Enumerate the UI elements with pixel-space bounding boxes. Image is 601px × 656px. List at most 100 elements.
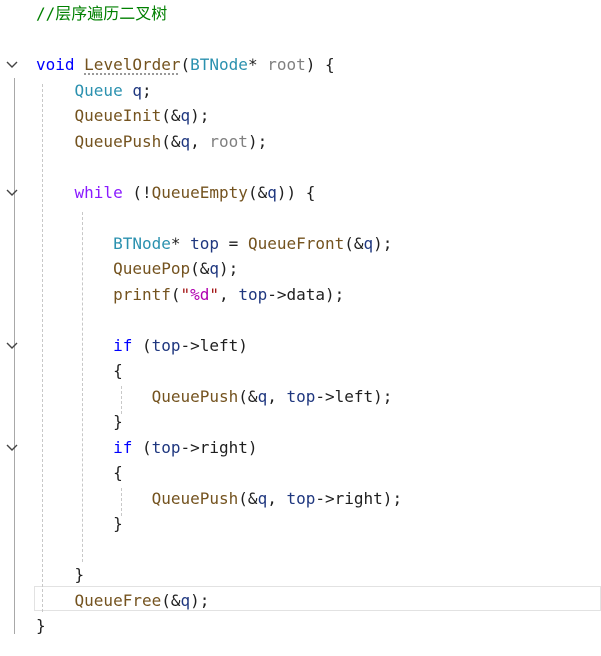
code-token: QueueInit: [74, 106, 162, 125]
code-token: ": [180, 284, 191, 304]
code-token: );: [373, 233, 393, 253]
code-line[interactable]: {: [36, 460, 123, 486]
code-line[interactable]: QueuePop(&q);: [36, 256, 238, 282]
code-token: (: [180, 55, 191, 74]
code-token: root: [209, 131, 248, 151]
code-line[interactable]: }: [36, 511, 123, 537]
code-token: {: [36, 361, 123, 380]
code-token: ": [209, 284, 220, 304]
code-line[interactable]: //层序遍历二叉树: [36, 1, 167, 27]
code-token: QueuePush: [74, 131, 162, 151]
code-token: ;: [141, 80, 152, 100]
code-line[interactable]: while (!QueueEmpty(&q)) {: [36, 180, 316, 206]
code-token: void: [36, 55, 75, 74]
code-line[interactable]: BTNode* top = QueueFront(&q);: [36, 231, 392, 257]
code-line[interactable]: }: [36, 409, 123, 435]
code-token: //层序遍历二叉树: [36, 4, 168, 23]
code-token: ->right);: [315, 488, 403, 508]
code-token: );: [190, 590, 210, 610]
fold-region-bar: [14, 206, 15, 586]
code-line[interactable]: }: [36, 613, 46, 639]
code-line[interactable]: printf("%d", top->data);: [36, 282, 344, 308]
code-token: (&: [161, 131, 181, 151]
code-token: (&: [161, 106, 181, 125]
code-token: LevelOrder: [84, 55, 181, 74]
code-token: root: [267, 55, 306, 74]
code-token: ->left): [180, 335, 248, 355]
code-token: QueuePop: [113, 259, 191, 278]
code-token: QueuePush: [151, 386, 239, 406]
code-token: *: [170, 233, 191, 253]
code-token: );: [247, 131, 268, 151]
code-token: ,: [267, 386, 287, 406]
code-line[interactable]: void LevelOrder(BTNode* root) {: [36, 52, 335, 78]
code-token: (&: [161, 590, 181, 610]
code-token: top: [286, 386, 316, 406]
code-token: =: [219, 233, 248, 253]
code-token: ) {: [305, 55, 335, 74]
code-token: ->left);: [315, 386, 393, 406]
code-token: QueuePush: [151, 488, 239, 508]
code-token: (: [132, 335, 152, 355]
code-token: *: [247, 55, 268, 74]
code-line[interactable]: {: [36, 358, 123, 384]
code-token: QueueFront: [247, 233, 345, 253]
code-token: }: [36, 616, 46, 635]
code-line[interactable]: }: [36, 562, 85, 588]
code-token: ->right): [180, 437, 258, 457]
code-token: top: [286, 488, 316, 508]
code-token: (&: [190, 259, 210, 278]
code-line[interactable]: QueueFree(&q);: [36, 588, 210, 614]
code-token: q: [132, 80, 142, 100]
code-token: ->data);: [267, 284, 345, 304]
code-line[interactable]: QueuePush(&q, root);: [36, 129, 268, 155]
code-token: (!: [122, 182, 152, 202]
code-token: BTNode: [190, 55, 248, 74]
code-token: ,: [219, 284, 239, 304]
fold-chevron-icon[interactable]: [4, 57, 20, 73]
code-token: (: [132, 437, 152, 457]
fold-chevron-icon[interactable]: [4, 185, 20, 201]
code-line[interactable]: QueueInit(&q);: [36, 103, 210, 129]
code-line[interactable]: if (top->left): [36, 333, 248, 359]
code-token: top: [190, 233, 220, 253]
code-token: QueueEmpty: [151, 182, 248, 202]
code-token: }: [36, 514, 123, 533]
code-token: (&: [238, 386, 258, 406]
code-token: ,: [267, 488, 287, 508]
code-token: }: [36, 412, 123, 431]
code-token: q: [209, 259, 220, 278]
code-token: q: [180, 106, 191, 125]
fold-chevron-icon[interactable]: [4, 338, 20, 354]
code-line[interactable]: QueuePush(&q, top->right);: [36, 486, 402, 512]
code-token: QueueFree: [74, 590, 162, 610]
code-token: ,: [190, 131, 210, 151]
code-token: top: [238, 284, 268, 304]
code-token: %d: [190, 284, 210, 304]
code-token: (&: [247, 182, 268, 202]
code-token: q: [257, 386, 268, 406]
code-token: printf: [113, 284, 171, 304]
code-line[interactable]: Queue q;: [36, 78, 152, 104]
code-token: }: [36, 565, 85, 584]
code-token: BTNode: [113, 233, 171, 253]
fold-chevron-icon[interactable]: [4, 440, 20, 456]
code-token: {: [36, 463, 123, 482]
code-token: q: [267, 182, 277, 202]
code-token: (&: [238, 488, 258, 508]
code-token: q: [180, 131, 191, 151]
code-line[interactable]: if (top->right): [36, 435, 258, 461]
code-token: (: [170, 284, 181, 304]
code-token: );: [219, 259, 239, 278]
code-line[interactable]: QueuePush(&q, top->left);: [36, 384, 393, 410]
code-token: Queue: [74, 80, 123, 100]
code-token: while: [74, 182, 123, 202]
